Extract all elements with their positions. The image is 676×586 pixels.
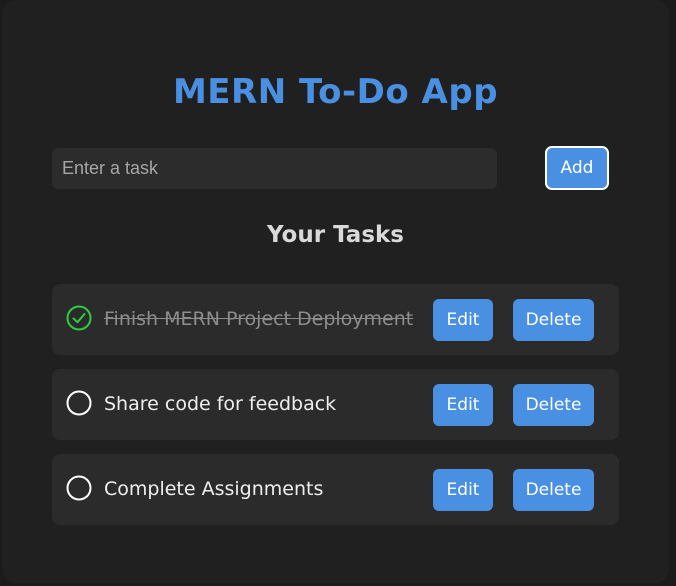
delete-button[interactable]: Delete xyxy=(513,384,594,426)
todo-card: MERN To-Do App Add Your Tasks Finish MER… xyxy=(2,0,669,583)
edit-button[interactable]: Edit xyxy=(433,469,493,511)
task-list: Finish MERN Project Deployment Edit Dele… xyxy=(52,284,619,539)
edit-button[interactable]: Edit xyxy=(433,384,493,426)
empty-circle-icon[interactable] xyxy=(66,390,92,416)
task-text[interactable]: Complete Assignments xyxy=(104,476,323,502)
task-row: Finish MERN Project Deployment Edit Dele… xyxy=(52,284,619,355)
delete-button[interactable]: Delete xyxy=(513,469,594,511)
edit-button[interactable]: Edit xyxy=(433,299,493,341)
task-row: Share code for feedback Edit Delete xyxy=(52,369,619,440)
add-task-button[interactable]: Add xyxy=(545,146,609,190)
app-title: MERN To-Do App xyxy=(172,72,499,112)
check-circle-icon[interactable] xyxy=(66,305,92,331)
delete-button[interactable]: Delete xyxy=(513,299,594,341)
task-text[interactable]: Share code for feedback xyxy=(104,391,336,417)
empty-circle-icon[interactable] xyxy=(66,475,92,501)
task-input[interactable] xyxy=(52,148,497,189)
task-text[interactable]: Finish MERN Project Deployment xyxy=(104,306,413,332)
task-row: Complete Assignments Edit Delete xyxy=(52,454,619,525)
tasks-heading: Your Tasks xyxy=(267,222,404,248)
